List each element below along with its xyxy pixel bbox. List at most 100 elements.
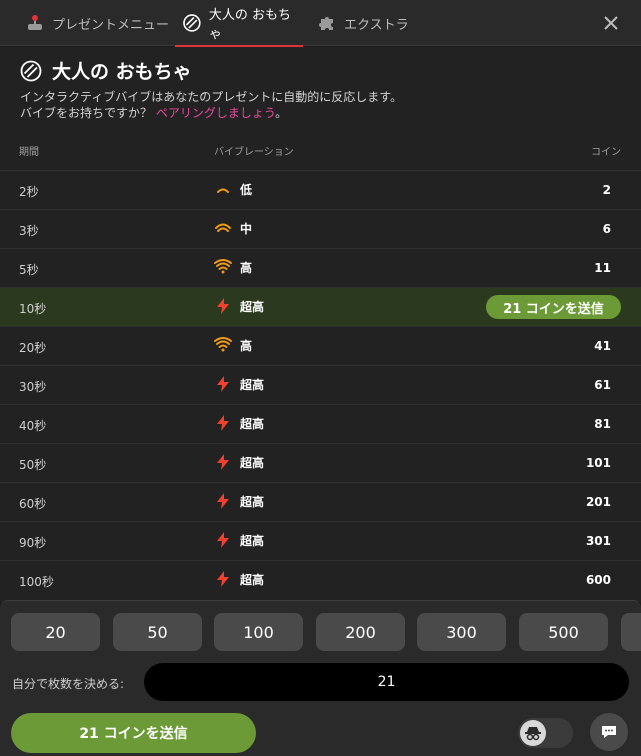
duration-cell: 50秒 xyxy=(19,458,47,472)
duration-cell: 100秒 xyxy=(19,575,54,589)
column-header-vibration: バイブレーション xyxy=(214,147,294,158)
vibration-cell: 低 xyxy=(214,180,252,198)
amount-button[interactable]: 100 xyxy=(214,613,303,651)
wave-high-icon xyxy=(214,337,232,352)
chat-icon xyxy=(602,726,616,738)
pairing-link[interactable]: ペアリングしましょう xyxy=(156,106,275,120)
table-row[interactable]: 50秒 超高 101 xyxy=(0,443,641,482)
description-line-1: インタラクティブバイブはあなたのプレゼントに自動的に反応します。 xyxy=(20,90,403,104)
vibration-cell: 中 xyxy=(214,219,252,237)
description-end: 。 xyxy=(275,106,288,120)
duration-cell: 5秒 xyxy=(19,263,39,277)
chat-button[interactable] xyxy=(590,713,628,751)
coin-cell: 201 xyxy=(585,495,611,509)
lightning-icon xyxy=(217,571,229,587)
duration-cell: 60秒 xyxy=(19,497,47,511)
vibration-level-label: 超高 xyxy=(240,455,265,470)
amount-button[interactable]: 500 xyxy=(519,613,608,651)
lightning-icon xyxy=(217,493,229,509)
duration-cell: 2秒 xyxy=(19,185,39,199)
coin-cell: 6 xyxy=(602,222,611,236)
tab-adult-toys[interactable]: 大人の おもちゃ xyxy=(175,0,303,47)
column-header-coins: コイン xyxy=(591,147,621,158)
vibration-level-label: 高 xyxy=(240,338,253,353)
tab-bar: プレゼントメニュー 大人の おもちゃ エクストラ xyxy=(0,0,641,47)
row-send-button[interactable]: 21 コインを送信 xyxy=(486,295,621,319)
vibration-level-label: 超高 xyxy=(240,377,265,392)
tab-extra[interactable]: エクストラ xyxy=(318,0,409,46)
column-header-duration: 期間 xyxy=(19,147,39,158)
vibration-cell: 超高 xyxy=(214,375,264,393)
table-row[interactable]: 2秒 低 2 xyxy=(0,170,641,209)
page-title: 大人の おもちゃ xyxy=(52,61,192,83)
table-row[interactable]: 10秒 超高 21 コインを送信 xyxy=(0,287,641,326)
coin-cell: 81 xyxy=(594,417,611,431)
lightning-icon xyxy=(217,532,229,548)
amount-button[interactable]: 300 xyxy=(417,613,506,651)
lightning-icon xyxy=(217,376,229,392)
vibration-level-label: 中 xyxy=(240,221,253,236)
coin-cell: 301 xyxy=(585,534,611,548)
vibration-level-label: 超高 xyxy=(240,299,265,314)
spy-icon xyxy=(525,727,541,741)
table-row[interactable]: 100秒 超高 600 xyxy=(0,560,641,599)
description-question: バイブをお持ちですか？ xyxy=(20,106,153,120)
duration-cell: 20秒 xyxy=(19,341,47,355)
table-row[interactable]: 40秒 超高 81 xyxy=(0,404,641,443)
coin-cell: 101 xyxy=(585,456,611,470)
duration-cell: 10秒 xyxy=(19,302,47,316)
puzzle-icon xyxy=(319,17,333,30)
duration-cell: 30秒 xyxy=(19,380,47,394)
vibration-level-label: 超高 xyxy=(240,572,265,587)
amount-button[interactable] xyxy=(621,613,641,651)
tab-extra-label: エクストラ xyxy=(344,17,409,33)
table-row[interactable]: 60秒 超高 201 xyxy=(0,482,641,521)
table-row[interactable]: 90秒 超高 301 xyxy=(0,521,641,560)
table-row[interactable]: 5秒 高 11 xyxy=(0,248,641,287)
custom-amount-input[interactable]: 21 xyxy=(144,663,629,701)
toy-panel: 大人の おもちゃ インタラクティブバイブはあなたのプレゼントに自動的に反応します… xyxy=(0,47,641,602)
send-coins-button[interactable]: 21 コインを送信 xyxy=(11,713,256,753)
lightning-icon xyxy=(217,415,229,431)
close-icon[interactable] xyxy=(601,13,621,33)
lightning-icon xyxy=(217,454,229,470)
amount-button[interactable]: 50 xyxy=(113,613,202,651)
title-row: 大人の おもちゃ xyxy=(20,57,192,84)
duration-cell: 90秒 xyxy=(19,536,47,550)
vibration-cell: 高 xyxy=(214,258,252,276)
wave-mid-icon xyxy=(215,223,231,232)
coin-cell: 2 xyxy=(602,183,611,197)
vibration-cell: 超高 xyxy=(214,414,264,432)
vibration-level-label: 超高 xyxy=(240,416,265,431)
amount-button[interactable]: 200 xyxy=(316,613,405,651)
tab-gift-menu-label: プレゼントメニュー xyxy=(52,17,170,33)
table-row[interactable]: 20秒 高 41 xyxy=(0,326,641,365)
table-row[interactable]: 3秒 中 6 xyxy=(0,209,641,248)
vibration-cell: 超高 xyxy=(214,297,264,315)
duration-cell: 3秒 xyxy=(19,224,39,238)
vibration-cell: 超高 xyxy=(214,531,264,549)
vibe-toy-icon xyxy=(20,60,42,81)
joystick-icon xyxy=(28,15,42,30)
anonymous-toggle-knob xyxy=(520,720,546,746)
duration-cell: 40秒 xyxy=(19,419,47,433)
coin-cell: 600 xyxy=(585,573,611,587)
vibe-toy-icon xyxy=(183,14,201,32)
description-line-2: バイブをお持ちですか？ ペアリングしましょう。 xyxy=(20,104,287,121)
vibration-level-label: 高 xyxy=(240,260,253,275)
vibration-cell: 超高 xyxy=(214,570,264,588)
custom-amount-label: 自分で枚数を決める: xyxy=(12,677,125,691)
vibration-level-label: 超高 xyxy=(240,533,265,548)
tab-gift-menu[interactable]: プレゼントメニュー xyxy=(26,0,169,46)
wave-low-icon xyxy=(217,188,229,193)
vibration-cell: 超高 xyxy=(214,453,264,471)
coin-cell: 11 xyxy=(594,261,611,275)
send-panel: 20 50 100 200 300 500 自分で枚数を決める: 21 21 コ… xyxy=(0,600,641,756)
amount-button[interactable]: 20 xyxy=(11,613,100,651)
tab-adult-toys-label: 大人の おもちゃ xyxy=(208,8,291,42)
vibration-level-label: 低 xyxy=(240,182,253,197)
anonymous-toggle[interactable] xyxy=(518,718,573,748)
vibration-cell: 超高 xyxy=(214,492,264,510)
table-row[interactable]: 30秒 超高 61 xyxy=(0,365,641,404)
vibration-level-label: 超高 xyxy=(240,494,265,509)
